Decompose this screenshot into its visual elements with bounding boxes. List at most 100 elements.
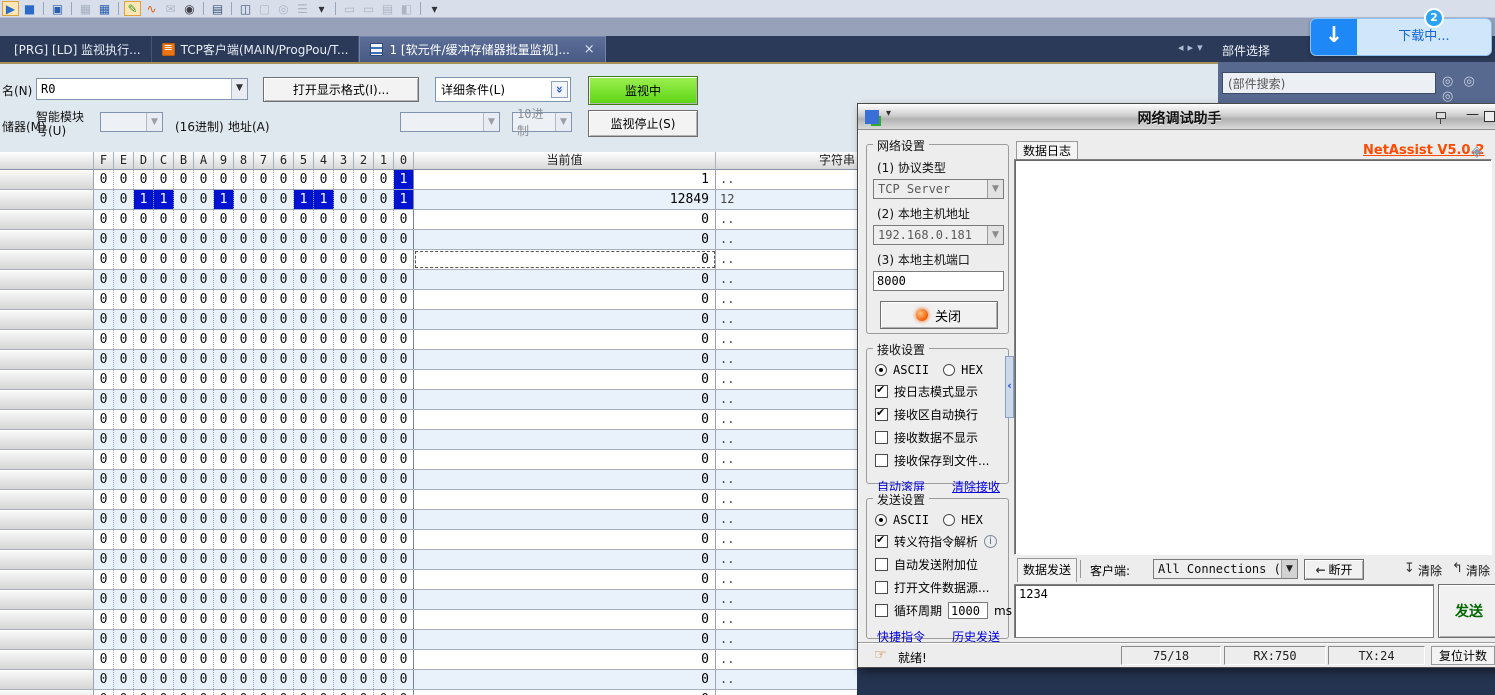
minimize-button[interactable]: — <box>1466 107 1479 122</box>
bit-cell[interactable]: 0 <box>274 570 294 589</box>
bit-cell[interactable]: 0 <box>94 550 114 569</box>
bit-cell[interactable]: 0 <box>174 230 194 249</box>
bit-cell[interactable]: 0 <box>274 690 294 695</box>
bit-cell[interactable]: 0 <box>274 190 294 209</box>
bit-cell[interactable]: 0 <box>394 690 414 695</box>
bit-cell[interactable]: 0 <box>314 470 334 489</box>
bit-cell[interactable]: 0 <box>334 310 354 329</box>
bit-cell[interactable]: 0 <box>114 470 134 489</box>
bit-cell[interactable]: 0 <box>374 530 394 549</box>
bit-cell[interactable]: 0 <box>114 230 134 249</box>
bit-cell[interactable]: 0 <box>174 170 194 189</box>
bit-cell[interactable]: 0 <box>334 690 354 695</box>
bit-cell[interactable]: 0 <box>94 250 114 269</box>
bit-cell[interactable]: 0 <box>94 650 114 669</box>
bit-cell[interactable]: 0 <box>394 510 414 529</box>
bit-cell[interactable]: 0 <box>374 450 394 469</box>
bit-cell[interactable]: 0 <box>194 310 214 329</box>
double-chevron-icon[interactable]: « <box>551 81 568 98</box>
bit-cell[interactable]: 0 <box>214 270 234 289</box>
bit-cell[interactable]: 0 <box>194 270 214 289</box>
bit-cell[interactable]: 0 <box>114 690 134 695</box>
send-data-input[interactable]: 1234 <box>1014 584 1434 638</box>
chevron-down-icon[interactable]: ▼ <box>231 79 247 99</box>
bit-cell[interactable]: 0 <box>194 250 214 269</box>
bit-cell[interactable]: 0 <box>114 290 134 309</box>
grid-icon[interactable]: ▦ <box>96 1 113 16</box>
bit-cell[interactable]: 0 <box>394 210 414 229</box>
bit-cell[interactable]: 0 <box>194 390 214 409</box>
bit-cell[interactable]: 0 <box>354 350 374 369</box>
bit-cell[interactable]: 0 <box>294 210 314 229</box>
bit-cell[interactable]: 0 <box>294 470 314 489</box>
bit-cell[interactable]: 0 <box>334 250 354 269</box>
bit-cell[interactable]: 0 <box>194 450 214 469</box>
bit-cell[interactable]: 0 <box>394 670 414 689</box>
bit-cell[interactable]: 0 <box>94 430 114 449</box>
bit-cell[interactable]: 0 <box>94 690 114 695</box>
current-value-cell[interactable]: 1 <box>414 170 716 189</box>
bit-cell[interactable]: 0 <box>254 610 274 629</box>
bit-cell[interactable]: 0 <box>214 330 234 349</box>
bit-cell[interactable]: 0 <box>254 270 274 289</box>
bit-cell[interactable]: 0 <box>274 510 294 529</box>
bit-cell[interactable]: 0 <box>134 570 154 589</box>
bit-cell[interactable]: 0 <box>194 370 214 389</box>
bit-cell[interactable]: 0 <box>394 630 414 649</box>
open-display-format-button[interactable]: 打开显示格式(I)... <box>263 77 419 102</box>
current-value-cell[interactable]: 0 <box>414 530 716 549</box>
bit-cell[interactable]: 0 <box>394 610 414 629</box>
bit-cell[interactable]: 0 <box>394 530 414 549</box>
bit-cell[interactable]: 0 <box>374 250 394 269</box>
bit-cell[interactable]: 0 <box>274 410 294 429</box>
bit-cell[interactable]: 0 <box>254 490 274 509</box>
bit-cell[interactable]: 0 <box>174 610 194 629</box>
bit-cell[interactable]: 0 <box>174 210 194 229</box>
bit-cell[interactable]: 0 <box>314 370 334 389</box>
bit-cell[interactable]: 0 <box>394 310 414 329</box>
bit-cell[interactable]: 1 <box>394 170 414 189</box>
bit-cell[interactable]: 0 <box>294 490 314 509</box>
bit-cell[interactable]: 0 <box>114 610 134 629</box>
bit-cell[interactable]: 0 <box>214 170 234 189</box>
bit-cell[interactable]: 0 <box>334 630 354 649</box>
bit-cell[interactable]: 0 <box>214 570 234 589</box>
bit-cell[interactable]: 0 <box>134 590 154 609</box>
bit-cell[interactable]: 0 <box>194 490 214 509</box>
bit-cell[interactable]: 0 <box>354 210 374 229</box>
bit-cell[interactable]: 0 <box>214 490 234 509</box>
bit-cell[interactable]: 0 <box>234 670 254 689</box>
bit-cell[interactable]: 0 <box>134 410 154 429</box>
bit-cell[interactable]: 0 <box>354 530 374 549</box>
bit-cell[interactable]: 0 <box>94 290 114 309</box>
bit-cell[interactable]: 0 <box>114 550 134 569</box>
bit-cell[interactable]: 0 <box>234 690 254 695</box>
bit-cell[interactable]: 0 <box>294 450 314 469</box>
bit-cell[interactable]: 0 <box>254 430 274 449</box>
bit-cell[interactable]: 0 <box>174 650 194 669</box>
bit-cell[interactable]: 0 <box>254 250 274 269</box>
bit-cell[interactable]: 0 <box>274 650 294 669</box>
bit-cell[interactable]: 0 <box>314 450 334 469</box>
bit-cell[interactable]: 0 <box>94 630 114 649</box>
bit-cell[interactable]: 0 <box>254 570 274 589</box>
bit-cell[interactable]: 0 <box>394 390 414 409</box>
document-tab[interactable]: TCP客户端(MAIN/ProgPou/T... <box>152 36 360 62</box>
bit-cell[interactable]: 0 <box>274 670 294 689</box>
bit-cell[interactable]: 0 <box>334 430 354 449</box>
bit-cell[interactable]: 0 <box>194 690 214 695</box>
bit-cell[interactable]: 0 <box>214 650 234 669</box>
action-link[interactable]: 清除接收 <box>952 478 1000 495</box>
bit-cell[interactable]: 0 <box>314 350 334 369</box>
bit-cell[interactable]: 0 <box>334 650 354 669</box>
bit-cell[interactable]: 0 <box>134 370 154 389</box>
bit-cell[interactable]: 0 <box>294 630 314 649</box>
bit-cell[interactable]: 0 <box>254 450 274 469</box>
bit-cell[interactable]: 0 <box>114 450 134 469</box>
bit-cell[interactable]: 0 <box>134 550 154 569</box>
bit-cell[interactable]: 0 <box>374 390 394 409</box>
bit-cell[interactable]: 0 <box>314 390 334 409</box>
bit-cell[interactable]: 0 <box>394 350 414 369</box>
bit-cell[interactable]: 0 <box>194 230 214 249</box>
bit-cell[interactable]: 0 <box>394 450 414 469</box>
